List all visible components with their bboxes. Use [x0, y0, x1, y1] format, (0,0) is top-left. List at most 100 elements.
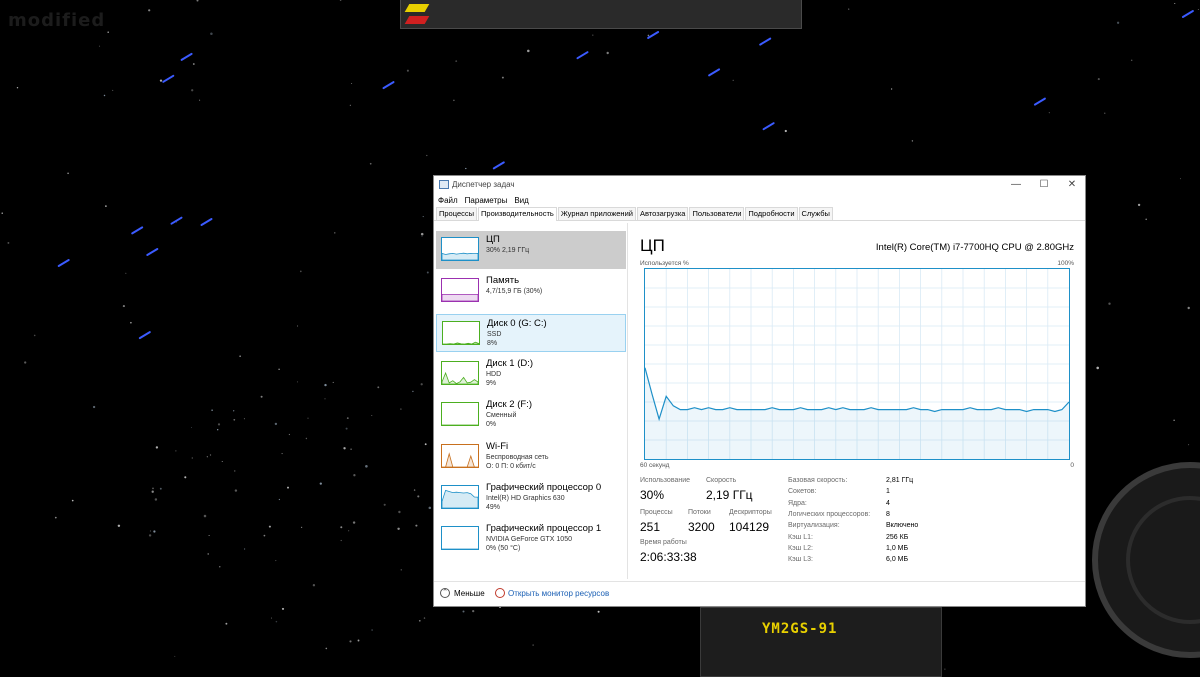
star — [455, 60, 458, 62]
tab[interactable]: Службы — [798, 207, 833, 220]
close-button[interactable]: ✕ — [1059, 177, 1085, 192]
star — [732, 79, 734, 82]
detail-value: 6,0 МБ — [886, 556, 909, 564]
processes-label: Процессы — [640, 509, 673, 516]
detail-label: Логических процессоров: — [788, 510, 871, 518]
sidebar-item-name: Диск 0 (G: C:) — [487, 317, 547, 329]
sidebar-thumbnail-graph — [441, 484, 479, 509]
sidebar-item[interactable]: Диск 0 (G: C:) SSD 8% — [436, 313, 626, 352]
minimize-button[interactable]: — — [1003, 177, 1029, 192]
star — [784, 129, 787, 133]
star — [159, 487, 162, 490]
star — [400, 569, 402, 571]
star — [343, 447, 345, 449]
star — [192, 63, 195, 65]
star — [340, 526, 343, 529]
menu-item[interactable]: Файл — [438, 194, 458, 207]
ship-label: YM2GS-91 — [762, 621, 838, 637]
chart-x-right-label: 0 — [1070, 462, 1074, 469]
star — [67, 172, 69, 175]
star — [107, 31, 109, 33]
tab[interactable]: Журнал приложений — [557, 207, 636, 220]
sidebar-item[interactable]: ЦП 30% 2,19 ГГц — [436, 231, 626, 269]
star — [219, 566, 221, 568]
sidebar-item[interactable]: Wi-Fi Беспроводная сеть О: 0 П: 0 кбит/с — [436, 438, 626, 476]
chart-y-max-label: 100% — [1057, 260, 1074, 267]
watermark-text: modified — [8, 10, 106, 31]
sidebar-item-value: 0% (50 °C) — [486, 545, 521, 553]
star — [597, 610, 600, 613]
star — [233, 410, 235, 412]
tab[interactable]: Процессы — [436, 207, 478, 220]
star — [1145, 218, 1147, 221]
resource-monitor-icon[interactable] — [495, 588, 505, 598]
star — [184, 476, 187, 479]
maximize-button[interactable]: ☐ — [1031, 177, 1057, 192]
star — [417, 495, 420, 498]
tab[interactable]: Автозагрузка — [636, 207, 689, 220]
star — [319, 482, 322, 485]
sidebar-item[interactable]: Графический процессор 0 Intel(R) HD Graph… — [436, 479, 626, 517]
tab[interactable]: Производительность — [478, 207, 557, 221]
uptime-value: 2:06:33:38 — [640, 550, 697, 564]
cpu-model: Intel(R) Core(TM) i7-7700HQ CPU @ 2.80GH… — [875, 242, 1074, 253]
star — [413, 489, 416, 491]
sidebar-thumbnail-graph — [441, 360, 479, 385]
star-streak — [131, 226, 144, 235]
sidebar-item-detail: Сменный — [486, 412, 517, 420]
speed-value: 2,19 ГГц — [706, 488, 753, 502]
star — [453, 99, 455, 102]
star — [345, 427, 348, 430]
star — [1048, 112, 1050, 114]
title-bar[interactable]: Диспетчер задач — ☐ ✕ — [434, 176, 1085, 194]
task-manager-window: Диспетчер задач — ☐ ✕ Файл Параметры Вид П… — [433, 175, 1086, 607]
star — [274, 422, 278, 426]
star — [117, 524, 121, 528]
detail-label: Виртуализация: — [788, 522, 840, 530]
star — [281, 607, 285, 610]
star — [16, 87, 19, 89]
star — [243, 418, 245, 420]
star — [148, 9, 151, 12]
star — [152, 487, 154, 490]
star — [357, 639, 360, 642]
sidebar-item-name: Графический процессор 1 — [486, 523, 602, 535]
tab[interactable]: Подробности — [745, 207, 798, 220]
thumbnail-series — [442, 489, 478, 508]
panel-title: ЦП — [640, 236, 665, 255]
tab-bar: Процессы Производительность Журнал приложе… — [434, 207, 1085, 221]
star — [239, 355, 241, 357]
star — [406, 69, 409, 72]
star — [33, 334, 36, 337]
sidebar-thumbnail-graph — [441, 526, 479, 551]
star — [1096, 366, 1099, 370]
tab[interactable]: Пользователи — [689, 207, 745, 220]
star — [155, 446, 159, 449]
star — [527, 49, 530, 53]
menu-item[interactable]: Параметры — [465, 194, 508, 207]
sidebar-item[interactable]: Память 4,7/15,9 ГБ (30%) — [436, 272, 626, 310]
sidebar-item-detail: 30% 2,19 ГГц — [486, 247, 530, 254]
chevron-up-icon[interactable]: ⌃ — [440, 588, 450, 598]
star — [353, 474, 356, 477]
star — [153, 530, 156, 533]
star — [501, 76, 504, 79]
star — [324, 398, 326, 400]
star — [1188, 444, 1190, 446]
sidebar-item[interactable]: Диск 2 (F:) Сменный 0% — [436, 396, 626, 434]
handles-value: 104129 — [729, 520, 770, 534]
thumbnail-series — [443, 341, 479, 344]
sidebar-item[interactable]: Диск 1 (D:) HDD 9% — [436, 355, 626, 393]
fewer-details-button[interactable]: Меньше — [454, 589, 485, 598]
sidebar-item-detail: HDD — [486, 370, 502, 378]
cpu-usage-chart — [644, 268, 1070, 460]
star — [71, 499, 74, 502]
thumbnail-series — [442, 294, 478, 302]
sidebar-item-detail: Беспроводная сеть — [486, 453, 549, 461]
sidebar-thumbnail-graph — [441, 402, 479, 427]
star — [1137, 203, 1141, 207]
menu-item[interactable]: Вид — [514, 194, 528, 207]
star — [24, 361, 27, 364]
open-resource-monitor-link[interactable]: Открыть монитор ресурсов — [508, 589, 609, 598]
sidebar-item[interactable]: Графический процессор 1 NVIDIA GeForce GT… — [436, 520, 626, 558]
